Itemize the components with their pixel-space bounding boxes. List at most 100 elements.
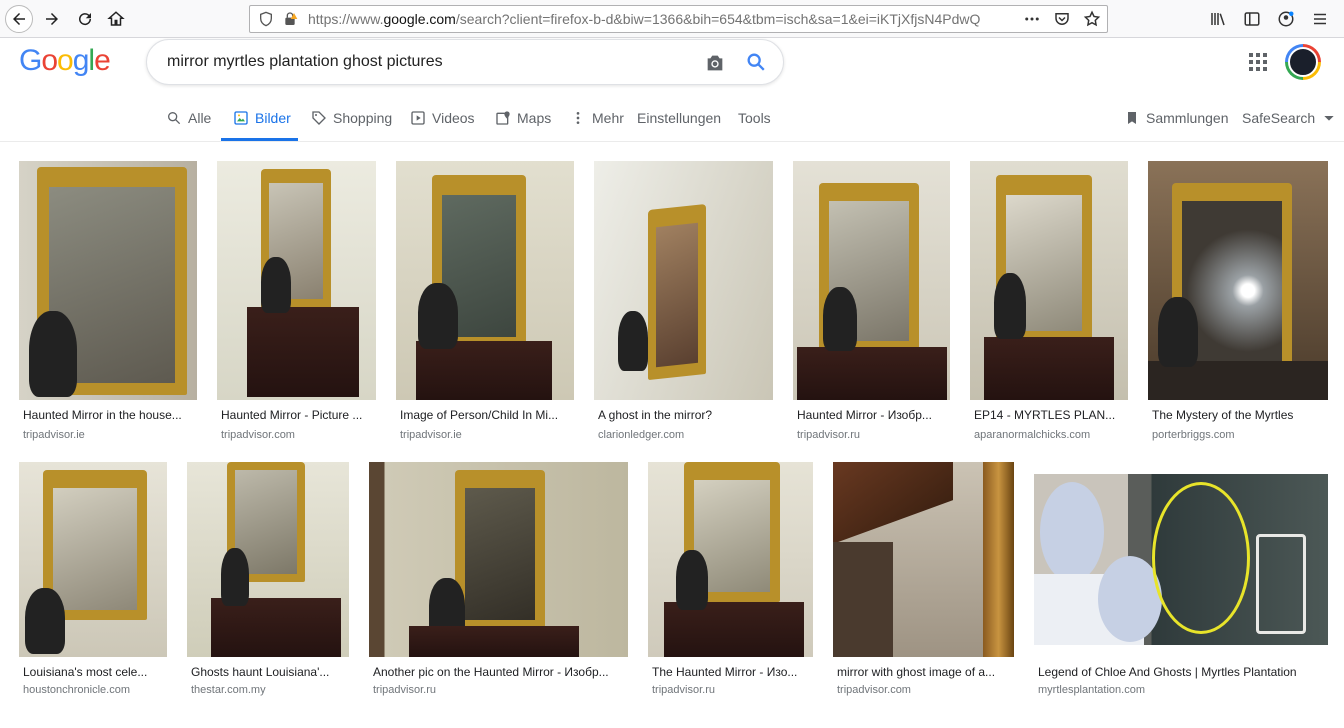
url-host: google.com bbox=[383, 11, 456, 27]
home-icon bbox=[107, 11, 125, 26]
image-result[interactable]: Image of Person/Child In Mi... tripadvis… bbox=[396, 161, 574, 451]
pocket-icon[interactable] bbox=[1053, 10, 1071, 28]
back-button[interactable] bbox=[5, 5, 33, 33]
tab-label: Maps bbox=[517, 110, 552, 126]
image-result[interactable]: EP14 - MYRTLES PLAN... aparanormalchicks… bbox=[970, 161, 1128, 451]
result-title[interactable]: mirror with ghost image of a... bbox=[837, 665, 1012, 679]
tab-bilder[interactable]: Bilder bbox=[233, 110, 291, 126]
result-source[interactable]: aparanormalchicks.com bbox=[974, 429, 1090, 441]
url-bar[interactable]: https://www.google.com/search?client=fir… bbox=[249, 5, 1108, 33]
result-title[interactable]: A ghost in the mirror? bbox=[598, 408, 771, 422]
home-button[interactable] bbox=[102, 5, 130, 33]
result-title[interactable]: Legend of Chloe And Ghosts | Myrtles Pla… bbox=[1038, 665, 1326, 679]
result-source[interactable]: tripadvisor.ie bbox=[23, 429, 85, 441]
image-result[interactable]: Haunted Mirror - Picture ... tripadvisor… bbox=[217, 161, 376, 451]
sidebar-icon[interactable] bbox=[1242, 9, 1262, 29]
bookmark-icon bbox=[1128, 112, 1136, 124]
lock-warning-icon[interactable] bbox=[282, 11, 298, 27]
result-title[interactable]: Haunted Mirror - Изобр... bbox=[797, 408, 948, 422]
forward-button[interactable] bbox=[38, 5, 66, 33]
tab-label: Tools bbox=[738, 110, 771, 126]
result-source[interactable]: tripadvisor.com bbox=[837, 684, 911, 696]
arrow-right-icon bbox=[46, 13, 58, 25]
result-source[interactable]: myrtlesplantation.com bbox=[1038, 684, 1145, 696]
result-thumbnail[interactable] bbox=[217, 161, 376, 400]
result-thumbnail[interactable] bbox=[19, 462, 167, 657]
collections-link[interactable]: Sammlungen bbox=[1124, 110, 1229, 126]
apps-grid-icon[interactable] bbox=[1249, 53, 1267, 71]
result-source[interactable]: tripadvisor.ru bbox=[652, 684, 715, 696]
result-title[interactable]: The Mystery of the Myrtles bbox=[1152, 408, 1326, 422]
tab-alle[interactable]: Alle bbox=[166, 110, 211, 126]
url-prefix: https://www. bbox=[308, 11, 384, 27]
page-actions-icon[interactable] bbox=[1023, 10, 1041, 28]
bookmark-star-icon[interactable] bbox=[1083, 10, 1101, 28]
result-thumbnail[interactable] bbox=[970, 161, 1128, 400]
result-thumbnail[interactable] bbox=[187, 462, 349, 657]
tab-shopping[interactable]: Shopping bbox=[311, 110, 392, 126]
more-vert-icon bbox=[576, 112, 580, 124]
result-title[interactable]: Another pic on the Haunted Mirror - Изоб… bbox=[373, 665, 626, 679]
result-source[interactable]: tripadvisor.ru bbox=[797, 429, 860, 441]
result-thumbnail[interactable] bbox=[369, 462, 628, 657]
result-thumbnail[interactable] bbox=[1148, 161, 1328, 400]
search-icon bbox=[168, 112, 181, 125]
google-logo[interactable]: Google bbox=[19, 44, 111, 78]
result-thumbnail[interactable] bbox=[594, 161, 773, 400]
tab-mehr[interactable]: Mehr bbox=[570, 110, 624, 126]
result-title[interactable]: Haunted Mirror in the house... bbox=[23, 408, 195, 422]
result-source[interactable]: tripadvisor.com bbox=[221, 429, 295, 441]
result-source[interactable]: thestar.com.my bbox=[191, 684, 266, 696]
result-title[interactable]: EP14 - MYRTLES PLAN... bbox=[974, 408, 1126, 422]
image-result[interactable]: A ghost in the mirror? clarionledger.com bbox=[594, 161, 773, 451]
result-thumbnail[interactable] bbox=[833, 462, 1014, 657]
result-source[interactable]: tripadvisor.ie bbox=[400, 429, 462, 441]
image-result[interactable]: Ghosts haunt Louisiana'... thestar.com.m… bbox=[187, 462, 349, 702]
image-result[interactable]: mirror with ghost image of a... tripadvi… bbox=[833, 462, 1014, 702]
search-input[interactable]: mirror myrtles plantation ghost pictures bbox=[167, 53, 443, 71]
result-thumbnail[interactable] bbox=[648, 462, 813, 657]
image-result[interactable]: Haunted Mirror in the house... tripadvis… bbox=[19, 161, 197, 451]
result-title[interactable]: Louisiana's most cele... bbox=[23, 665, 165, 679]
tab-label: Videos bbox=[432, 110, 475, 126]
caret-down-icon bbox=[1324, 116, 1334, 121]
account-icon[interactable] bbox=[1276, 9, 1296, 29]
result-thumbnail[interactable] bbox=[793, 161, 950, 400]
tab-tools[interactable]: Tools bbox=[738, 110, 771, 126]
result-source[interactable]: tripadvisor.ru bbox=[373, 684, 436, 696]
reload-button[interactable] bbox=[71, 5, 99, 33]
result-thumbnail[interactable] bbox=[19, 161, 197, 400]
camera-icon[interactable] bbox=[704, 52, 726, 74]
result-title[interactable]: Ghosts haunt Louisiana'... bbox=[191, 665, 347, 679]
image-result[interactable]: Legend of Chloe And Ghosts | Myrtles Pla… bbox=[1034, 462, 1328, 702]
arrow-left-icon bbox=[13, 13, 25, 25]
avatar-image bbox=[1288, 47, 1318, 77]
result-source[interactable]: clarionledger.com bbox=[598, 429, 684, 441]
result-title[interactable]: The Haunted Mirror - Изо... bbox=[652, 665, 811, 679]
result-title[interactable]: Image of Person/Child In Mi... bbox=[400, 408, 572, 422]
menu-icon[interactable] bbox=[1310, 9, 1330, 29]
result-source[interactable]: houstonchronicle.com bbox=[23, 684, 130, 696]
tab-videos[interactable]: Videos bbox=[410, 110, 475, 126]
image-result[interactable]: Haunted Mirror - Изобр... tripadvisor.ru bbox=[793, 161, 950, 451]
result-thumbnail[interactable] bbox=[396, 161, 574, 400]
image-result[interactable]: Louisiana's most cele... houstonchronicl… bbox=[19, 462, 167, 702]
result-source[interactable]: porterbriggs.com bbox=[1152, 429, 1235, 441]
search-icon[interactable] bbox=[745, 51, 767, 73]
image-result[interactable]: The Mystery of the Myrtles porterbriggs.… bbox=[1148, 161, 1328, 451]
browser-toolbar: https://www.google.com/search?client=fir… bbox=[0, 0, 1344, 38]
image-result[interactable]: Another pic on the Haunted Mirror - Изоб… bbox=[369, 462, 628, 702]
safesearch-dropdown[interactable]: SafeSearch bbox=[1242, 110, 1337, 126]
shield-icon[interactable] bbox=[258, 11, 274, 27]
result-thumbnail[interactable] bbox=[1034, 474, 1328, 645]
map-icon bbox=[496, 111, 510, 125]
tab-maps[interactable]: Maps bbox=[495, 110, 551, 126]
avatar[interactable] bbox=[1285, 44, 1321, 80]
image-result[interactable]: The Haunted Mirror - Изо... tripadvisor.… bbox=[648, 462, 813, 702]
result-title[interactable]: Haunted Mirror - Picture ... bbox=[221, 408, 376, 422]
tab-label: Mehr bbox=[592, 110, 624, 126]
search-box[interactable]: mirror myrtles plantation ghost pictures bbox=[146, 39, 784, 85]
active-tab-indicator bbox=[221, 138, 298, 141]
library-icon[interactable] bbox=[1208, 9, 1228, 29]
tab-einstellungen[interactable]: Einstellungen bbox=[637, 110, 721, 126]
